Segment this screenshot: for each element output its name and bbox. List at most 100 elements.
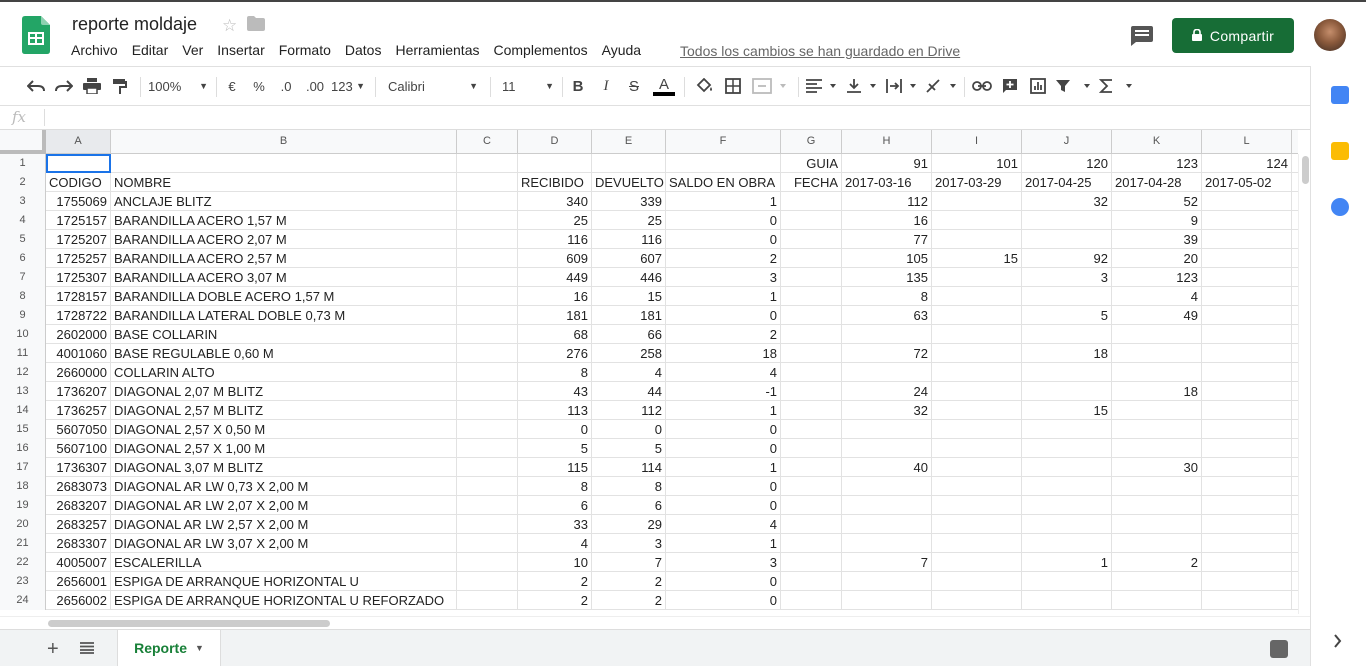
cell-a14[interactable]: 1736257 (46, 401, 111, 420)
row-header[interactable]: 16 (0, 439, 46, 458)
cell-l21[interactable] (1202, 534, 1292, 553)
text-color-button[interactable]: A (652, 67, 676, 105)
cell-b17[interactable]: DIAGONAL 3,07 M BLITZ (111, 458, 457, 477)
save-status[interactable]: Todos los cambios se han guardado en Dri… (680, 43, 960, 59)
column-header-e[interactable]: E (592, 130, 666, 153)
cell-d12[interactable]: 8 (518, 363, 592, 382)
cell-j19[interactable] (1022, 496, 1112, 515)
cell-i10[interactable] (932, 325, 1022, 344)
row-header[interactable]: 13 (0, 382, 46, 401)
cell-a9[interactable]: 1728722 (46, 306, 111, 325)
cell-e13[interactable]: 44 (592, 382, 666, 401)
column-header-k[interactable]: K (1112, 130, 1202, 153)
caret-down-icon[interactable]: ▼ (195, 643, 204, 653)
cell-l2[interactable]: 2017-05-02 (1202, 173, 1292, 192)
cell-h15[interactable] (842, 420, 932, 439)
cell-j17[interactable] (1022, 458, 1112, 477)
cell-j7[interactable]: 3 (1022, 268, 1112, 287)
row-header[interactable]: 14 (0, 401, 46, 420)
cell-g14[interactable] (781, 401, 842, 420)
cell-b8[interactable]: BARANDILLA DOBLE ACERO 1,57 M (111, 287, 457, 306)
cell-d15[interactable]: 0 (518, 420, 592, 439)
cell-c3[interactable] (457, 192, 518, 211)
cell-h4[interactable]: 16 (842, 211, 932, 230)
cell-c14[interactable] (457, 401, 518, 420)
cell-g7[interactable] (781, 268, 842, 287)
borders-icon[interactable] (721, 67, 745, 105)
cell-c1[interactable] (457, 154, 518, 173)
cell-i11[interactable] (932, 344, 1022, 363)
cell-l22[interactable] (1202, 553, 1292, 572)
cell-f7[interactable]: 3 (666, 268, 781, 287)
cell-k15[interactable] (1112, 420, 1202, 439)
cell-k14[interactable] (1112, 401, 1202, 420)
cell-l8[interactable] (1202, 287, 1292, 306)
cell-d24[interactable]: 2 (518, 591, 592, 610)
cell-l16[interactable] (1202, 439, 1292, 458)
horizontal-scrollbar[interactable] (0, 616, 1310, 629)
cell-f3[interactable]: 1 (666, 192, 781, 211)
cell-h11[interactable]: 72 (842, 344, 932, 363)
cell-a21[interactable]: 2683307 (46, 534, 111, 553)
cell-j1[interactable]: 120 (1022, 154, 1112, 173)
cell-l11[interactable] (1202, 344, 1292, 363)
cell-a18[interactable]: 2683073 (46, 477, 111, 496)
cell-e15[interactable]: 0 (592, 420, 666, 439)
column-header-g[interactable]: G (781, 130, 842, 153)
cell-h14[interactable]: 32 (842, 401, 932, 420)
cell-i20[interactable] (932, 515, 1022, 534)
cell-c15[interactable] (457, 420, 518, 439)
cell-e21[interactable]: 3 (592, 534, 666, 553)
cell-h8[interactable]: 8 (842, 287, 932, 306)
cell-a11[interactable]: 4001060 (46, 344, 111, 363)
cell-e19[interactable]: 6 (592, 496, 666, 515)
horizontal-scroll-thumb[interactable] (48, 620, 330, 627)
cell-f20[interactable]: 4 (666, 515, 781, 534)
cell-k1[interactable]: 123 (1112, 154, 1202, 173)
cell-g16[interactable] (781, 439, 842, 458)
cell-i6[interactable]: 15 (932, 249, 1022, 268)
cell-l4[interactable] (1202, 211, 1292, 230)
cell-a20[interactable]: 2683257 (46, 515, 111, 534)
cell-j16[interactable] (1022, 439, 1112, 458)
cell-e11[interactable]: 258 (592, 344, 666, 363)
cell-d4[interactable]: 25 (518, 211, 592, 230)
cell-e18[interactable]: 8 (592, 477, 666, 496)
cell-k16[interactable] (1112, 439, 1202, 458)
cell-f16[interactable]: 0 (666, 439, 781, 458)
cell-i18[interactable] (932, 477, 1022, 496)
cell-a4[interactable]: 1725157 (46, 211, 111, 230)
row-header[interactable]: 7 (0, 268, 46, 287)
cell-f5[interactable]: 0 (666, 230, 781, 249)
cell-j6[interactable]: 92 (1022, 249, 1112, 268)
cell-h3[interactable]: 112 (842, 192, 932, 211)
cell-h5[interactable]: 77 (842, 230, 932, 249)
cell-c16[interactable] (457, 439, 518, 458)
cell-i17[interactable] (932, 458, 1022, 477)
row-header[interactable]: 22 (0, 553, 46, 572)
cell-g3[interactable] (781, 192, 842, 211)
cell-h21[interactable] (842, 534, 932, 553)
comments-icon[interactable] (1131, 26, 1153, 46)
cell-h18[interactable] (842, 477, 932, 496)
cell-h12[interactable] (842, 363, 932, 382)
cell-b1[interactable] (111, 154, 457, 173)
percent-format-button[interactable]: % (249, 67, 269, 105)
cell-k21[interactable] (1112, 534, 1202, 553)
cell-l7[interactable] (1202, 268, 1292, 287)
cell-k5[interactable]: 39 (1112, 230, 1202, 249)
cell-c21[interactable] (457, 534, 518, 553)
cell-b6[interactable]: BARANDILLA ACERO 2,57 M (111, 249, 457, 268)
column-header-l[interactable]: L (1202, 130, 1292, 153)
cell-j20[interactable] (1022, 515, 1112, 534)
calendar-icon[interactable] (1331, 86, 1349, 104)
cell-f1[interactable] (666, 154, 781, 173)
cell-i4[interactable] (932, 211, 1022, 230)
cell-b20[interactable]: DIAGONAL AR LW 2,57 X 2,00 M (111, 515, 457, 534)
cell-d6[interactable]: 609 (518, 249, 592, 268)
cell-j9[interactable]: 5 (1022, 306, 1112, 325)
row-header[interactable]: 21 (0, 534, 46, 553)
cell-b5[interactable]: BARANDILLA ACERO 2,07 M (111, 230, 457, 249)
cell-j14[interactable]: 15 (1022, 401, 1112, 420)
insert-comment-icon[interactable] (998, 67, 1022, 105)
